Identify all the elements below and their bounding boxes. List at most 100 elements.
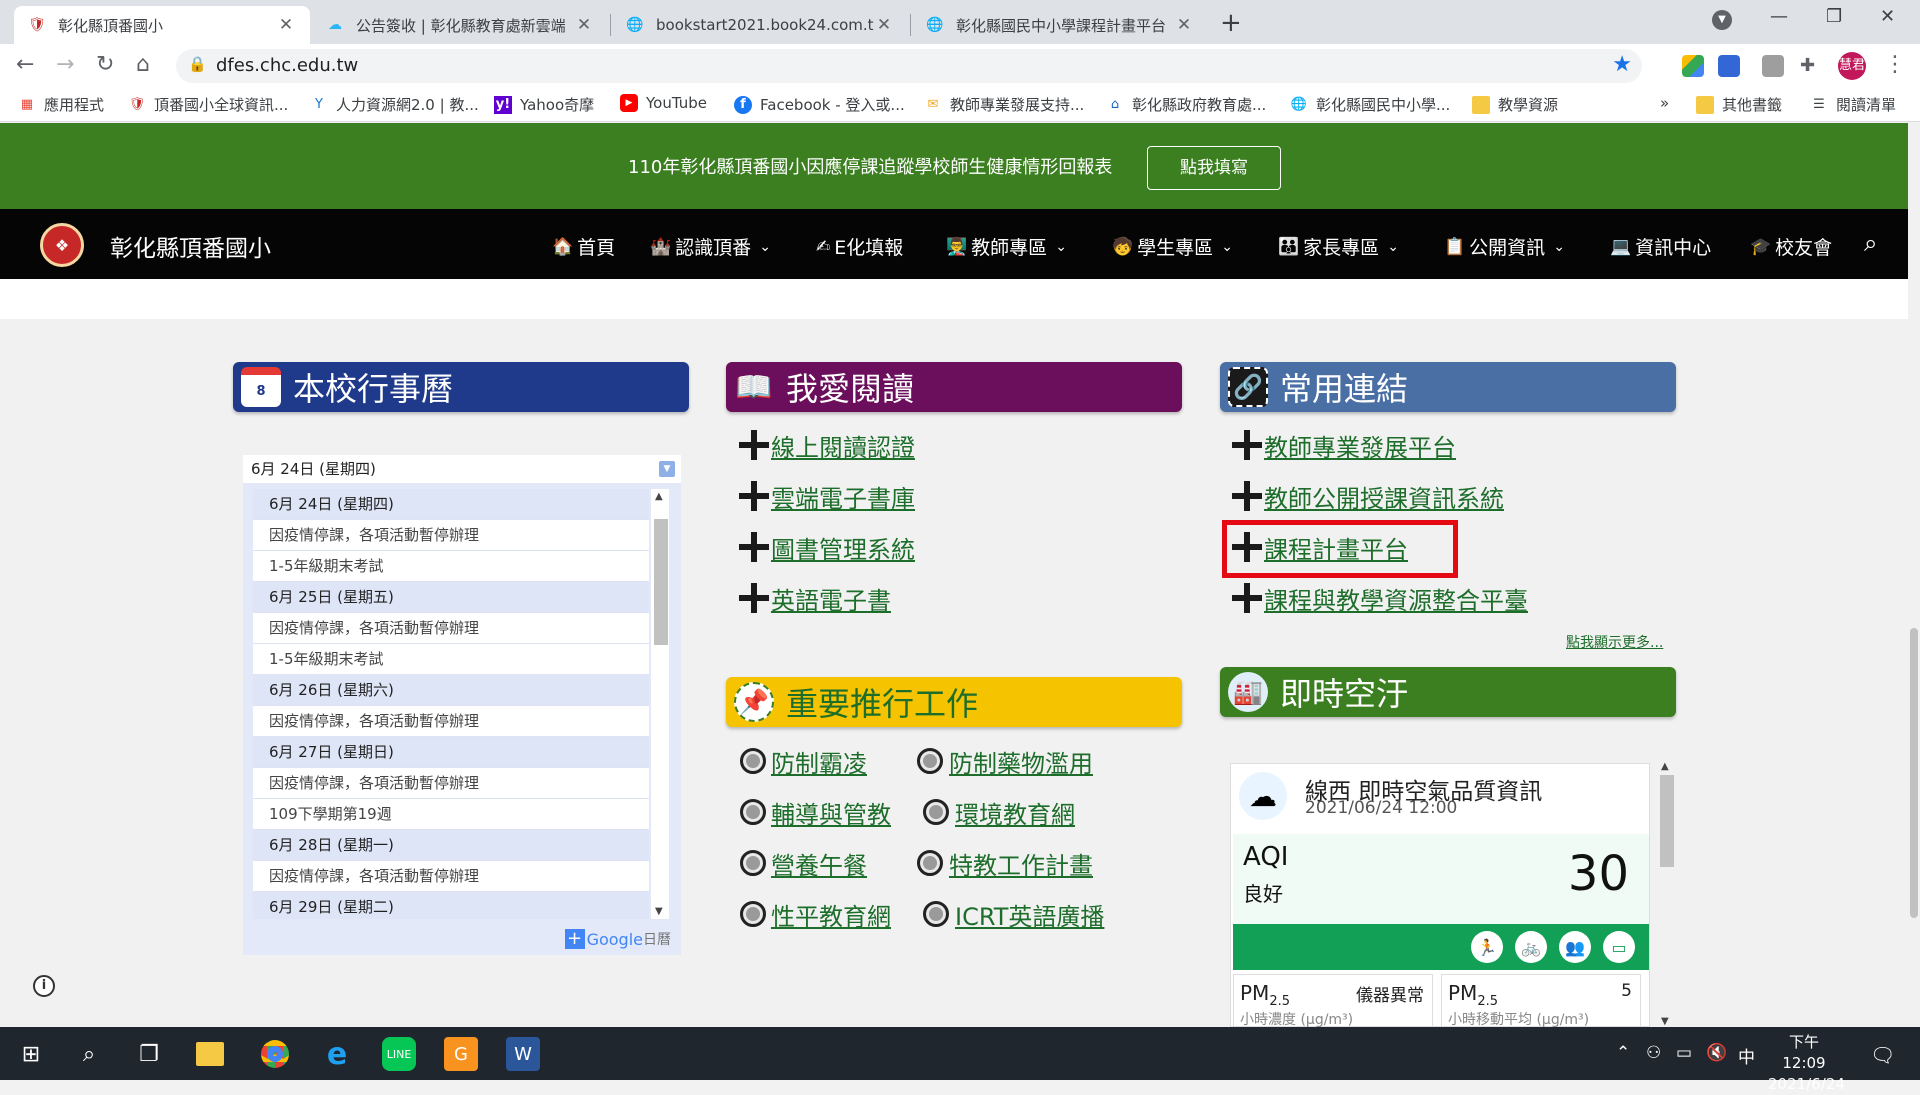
- back-button[interactable]: ←: [16, 52, 34, 77]
- agenda-date[interactable]: 6月 29日 (星期二): [253, 892, 649, 919]
- minimize-button[interactable]: —: [1770, 6, 1788, 27]
- page-scrollbar[interactable]: [1908, 123, 1920, 1027]
- agenda-event[interactable]: 1-5年級期末考試: [253, 551, 649, 582]
- nav-alumni[interactable]: 🎓 校友會: [1750, 233, 1832, 260]
- scroll-down-arrow-icon[interactable]: ▼: [1661, 1016, 1669, 1027]
- agenda-event[interactable]: 因疫情停課，各項活動暫停辦理: [253, 706, 649, 737]
- volume-muted-icon[interactable]: 🔇: [1706, 1043, 1727, 1063]
- fill-form-button[interactable]: 點我填寫: [1147, 146, 1281, 190]
- link-curriculum-platform[interactable]: 課程計畫平台: [1264, 530, 1408, 565]
- close-window-button[interactable]: ✕: [1880, 6, 1895, 27]
- close-tab-icon[interactable]: ✕: [1174, 15, 1194, 35]
- nav-about[interactable]: 🏰 認識頂番 ⌄: [650, 233, 771, 260]
- search-icon[interactable]: ⌕: [72, 1037, 106, 1071]
- word-icon[interactable]: W: [506, 1037, 540, 1071]
- tab-bookstart[interactable]: 🌐 bookstart2021.book24.com.tw/ ✕: [612, 6, 908, 44]
- chrome-icon[interactable]: [258, 1037, 292, 1071]
- nav-public-info[interactable]: 📋 公開資訊 ⌄: [1444, 233, 1565, 260]
- agenda-event[interactable]: 因疫情停課，各項活動暫停辦理: [253, 768, 649, 799]
- meet-extension-icon[interactable]: [1718, 55, 1740, 77]
- close-tab-icon[interactable]: ✕: [574, 15, 594, 35]
- agenda-date[interactable]: 6月 24日 (星期四): [253, 489, 649, 520]
- nav-students[interactable]: 🧒 學生專區 ⌄: [1112, 233, 1233, 260]
- nav-info-center[interactable]: 💻 資訊中心: [1610, 233, 1711, 260]
- restore-button[interactable]: ❐: [1826, 6, 1842, 27]
- reading-list-button[interactable]: ☰ 閱讀清單: [1810, 94, 1896, 115]
- link-gender-equality[interactable]: 性平教育網: [771, 897, 891, 932]
- tab-search-icon[interactable]: ▼: [1712, 10, 1732, 30]
- drive-extension-icon[interactable]: [1682, 55, 1704, 77]
- nav-home[interactable]: 🏠 首頁: [552, 233, 615, 260]
- link-school-lunch[interactable]: 營養午餐: [771, 846, 867, 881]
- agenda-event[interactable]: 因疫情停課，各項活動暫停辦理: [253, 861, 649, 892]
- ime-indicator[interactable]: 中: [1738, 1043, 1755, 1068]
- menu-kebab-icon[interactable]: ⋮: [1884, 52, 1906, 77]
- nav-e-report[interactable]: ✍ E化填報: [816, 233, 903, 260]
- bookmark-apps[interactable]: ▦ 應用程式: [18, 94, 104, 115]
- scroll-up-arrow-icon[interactable]: ▲: [655, 491, 663, 502]
- google-calendar-button[interactable]: + Google 日曆: [564, 929, 671, 949]
- new-tab-button[interactable]: +: [1220, 8, 1242, 38]
- agenda-date[interactable]: 6月 28日 (星期一): [253, 830, 649, 861]
- bookmark-facebook[interactable]: f Facebook - 登入或...: [734, 94, 905, 115]
- scroll-down-arrow-icon[interactable]: ▼: [655, 906, 663, 917]
- link-library-system[interactable]: 圖書管理系統: [771, 530, 915, 565]
- agenda-event[interactable]: 因疫情停課，各項活動暫停辦理: [253, 520, 649, 551]
- bookmark-curriculum[interactable]: 🌐 彰化縣國民中小學...: [1290, 94, 1450, 115]
- agenda-date[interactable]: 6月 26日 (星期六): [253, 675, 649, 706]
- search-icon[interactable]: ⌕: [1864, 229, 1877, 257]
- link-ebook-library[interactable]: 雲端電子書庫: [771, 479, 915, 514]
- scrollbar-thumb[interactable]: [1660, 775, 1674, 867]
- system-clock[interactable]: 下午 12:09 2021/6/24: [1768, 1032, 1845, 1095]
- link-counseling[interactable]: 輔導與管教: [771, 795, 891, 830]
- bookmark-school-site[interactable]: 🛡 頂番國小全球資訊...: [128, 94, 289, 115]
- link-anti-drug[interactable]: 防制藥物濫用: [949, 744, 1093, 779]
- tab-curriculum[interactable]: 🌐 彰化縣國民中小學課程計畫平台 ✕: [912, 6, 1208, 44]
- bookmark-hr[interactable]: Y 人力資源網2.0 | 教...: [310, 94, 479, 115]
- tab-school[interactable]: 🛡 彰化縣頂番國小 ✕: [14, 6, 310, 44]
- home-button[interactable]: ⌂: [136, 52, 150, 77]
- network-tray-icon[interactable]: ⚇: [1646, 1043, 1661, 1063]
- link-special-education[interactable]: 特教工作計畫: [949, 846, 1093, 881]
- notification-icon[interactable]: 🗨: [1870, 1043, 1895, 1067]
- bookmark-star-icon[interactable]: ★: [1612, 52, 1632, 77]
- puzzle-extensions-icon[interactable]: ✚: [1800, 55, 1822, 77]
- line-app-icon[interactable]: LINE: [382, 1037, 416, 1071]
- agenda-date[interactable]: 6月 27日 (星期日): [253, 737, 649, 768]
- scroll-up-arrow-icon[interactable]: ▲: [1661, 761, 1669, 772]
- windows-start-icon[interactable]: ⊞: [14, 1037, 48, 1071]
- orange-app-icon[interactable]: G: [444, 1037, 478, 1071]
- link-anti-bullying[interactable]: 防制霸凌: [771, 744, 867, 779]
- bookmark-yahoo[interactable]: y! Yahoo奇摩: [494, 94, 594, 115]
- bookmark-edu-dept[interactable]: ⌂ 彰化縣政府教育處...: [1106, 94, 1266, 115]
- link-environment-education[interactable]: 環境教育網: [955, 795, 1075, 830]
- bookmarks-overflow-button[interactable]: »: [1660, 94, 1669, 112]
- show-more-link[interactable]: 點我顯示更多...: [1566, 632, 1663, 652]
- info-icon[interactable]: i: [33, 975, 55, 997]
- page-scrollbar-thumb[interactable]: [1910, 628, 1918, 918]
- calendar-date-select[interactable]: 6月 24日 (星期四) ▼: [243, 455, 681, 483]
- forward-button[interactable]: →: [56, 52, 74, 77]
- bookmark-other[interactable]: 其他書籤: [1696, 94, 1782, 115]
- address-bar[interactable]: 🔒 dfes.chc.edu.tw ★: [176, 49, 1642, 83]
- agenda-event[interactable]: 因疫情停課，各項活動暫停辦理: [253, 613, 649, 644]
- dropdown-arrow-icon[interactable]: ▼: [659, 461, 675, 477]
- link-english-ebook[interactable]: 英語電子書: [771, 581, 891, 616]
- file-explorer-icon[interactable]: [196, 1042, 224, 1066]
- cast-extension-icon[interactable]: [1762, 55, 1784, 77]
- display-tray-icon[interactable]: ▭: [1676, 1043, 1692, 1063]
- tab-announcement[interactable]: ☁ 公告簽收 | 彰化縣教育處新雲端 ✕: [312, 6, 608, 44]
- school-name[interactable]: 彰化縣頂番國小: [110, 229, 271, 263]
- scrollbar-thumb[interactable]: [654, 519, 668, 645]
- link-open-class-system[interactable]: 教師公開授課資訊系統: [1264, 479, 1504, 514]
- link-icrt-radio[interactable]: ICRT英語廣播: [955, 897, 1104, 932]
- bookmark-teaching-resources[interactable]: 教學資源: [1472, 94, 1558, 115]
- link-teaching-resources-platform[interactable]: 課程與教學資源整合平臺: [1264, 581, 1528, 616]
- calendar-scrollbar[interactable]: ▲ ▼: [651, 489, 669, 919]
- link-online-reading[interactable]: 線上閱讀認證: [771, 428, 915, 463]
- link-teacher-pd-platform[interactable]: 教師專業發展平台: [1264, 428, 1456, 463]
- air-widget-scrollbar[interactable]: ▲ ▼: [1658, 761, 1674, 1027]
- agenda-event[interactable]: 109下學期第19週: [253, 799, 649, 830]
- agenda-event[interactable]: 1-5年級期末考試: [253, 644, 649, 675]
- bookmark-youtube[interactable]: ▶ YouTube: [620, 94, 707, 112]
